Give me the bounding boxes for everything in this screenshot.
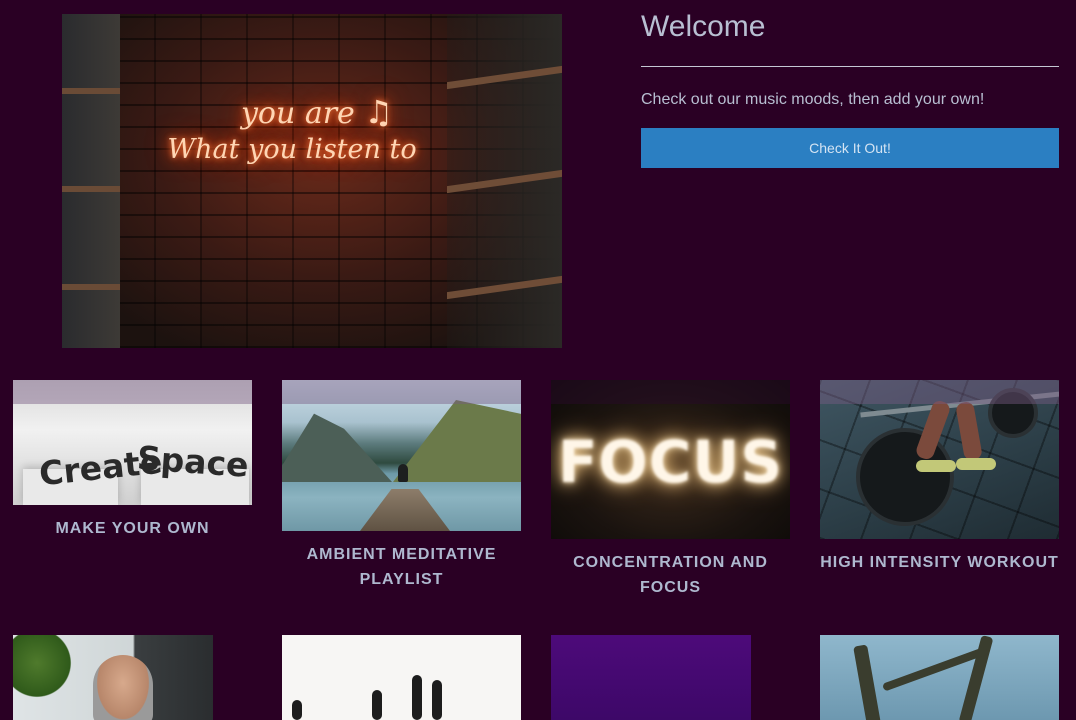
welcome-title: Welcome	[641, 10, 766, 43]
neon-sign: you are ♫ What you listen to	[157, 92, 427, 166]
neon-line-2: What you listen to	[167, 133, 417, 165]
playlist-card-ambient[interactable]: AMBIENT MEDITATIVE PLAYLIST	[282, 380, 521, 595]
dancers-image[interactable]	[282, 635, 521, 720]
focus-neon-image[interactable]: FOCUS	[551, 380, 790, 539]
right-bookshelf	[447, 14, 562, 348]
playlist-card-make-your-own[interactable]: Create Space MAKE YOUR OWN	[13, 380, 252, 550]
check-it-out-button[interactable]: Check It Out!	[641, 128, 1059, 168]
divider	[641, 66, 1059, 67]
welcome-description: Check out our music moods, then add your…	[641, 91, 985, 108]
music-note-icon: ♫	[364, 93, 394, 131]
tree-image[interactable]	[820, 635, 1059, 720]
space-word: Space	[135, 438, 250, 485]
lake-pier-image[interactable]	[282, 380, 521, 531]
focus-text: FOCUS	[557, 428, 784, 496]
person-head	[93, 655, 153, 720]
create-space-image[interactable]: Create Space	[13, 380, 252, 505]
hero-image: you are ♫ What you listen to	[62, 14, 562, 348]
page: you are ♫ What you listen to Welcome Che…	[0, 0, 1076, 720]
playlist-card-focus[interactable]: FOCUS CONCENTRATION AND FOCUS	[551, 380, 790, 600]
playlist-title[interactable]: CONCENTRATION AND FOCUS	[551, 550, 790, 600]
playlist-card-workout[interactable]: HIGH INTENSITY WORKOUT	[820, 380, 1059, 600]
pier	[360, 489, 450, 531]
barbell-image[interactable]	[820, 380, 1059, 539]
image-overlay	[282, 380, 521, 404]
playlist-title[interactable]: MAKE YOUR OWN	[13, 516, 252, 541]
image-overlay	[820, 380, 1059, 404]
person-silhouette	[398, 464, 408, 482]
image-overlay	[551, 380, 790, 404]
image-overlay	[13, 380, 252, 404]
purple-image[interactable]	[551, 635, 751, 720]
neon-line-1: you are	[240, 96, 355, 131]
person-image[interactable]	[13, 635, 213, 720]
welcome-panel: Welcome Check out our music moods, then …	[641, 8, 1059, 168]
weight-plate	[856, 428, 954, 526]
plant	[13, 635, 73, 705]
left-bookshelf	[62, 14, 120, 348]
playlist-title[interactable]: AMBIENT MEDITATIVE PLAYLIST	[282, 542, 521, 592]
playlist-title[interactable]: HIGH INTENSITY WORKOUT	[820, 550, 1059, 575]
